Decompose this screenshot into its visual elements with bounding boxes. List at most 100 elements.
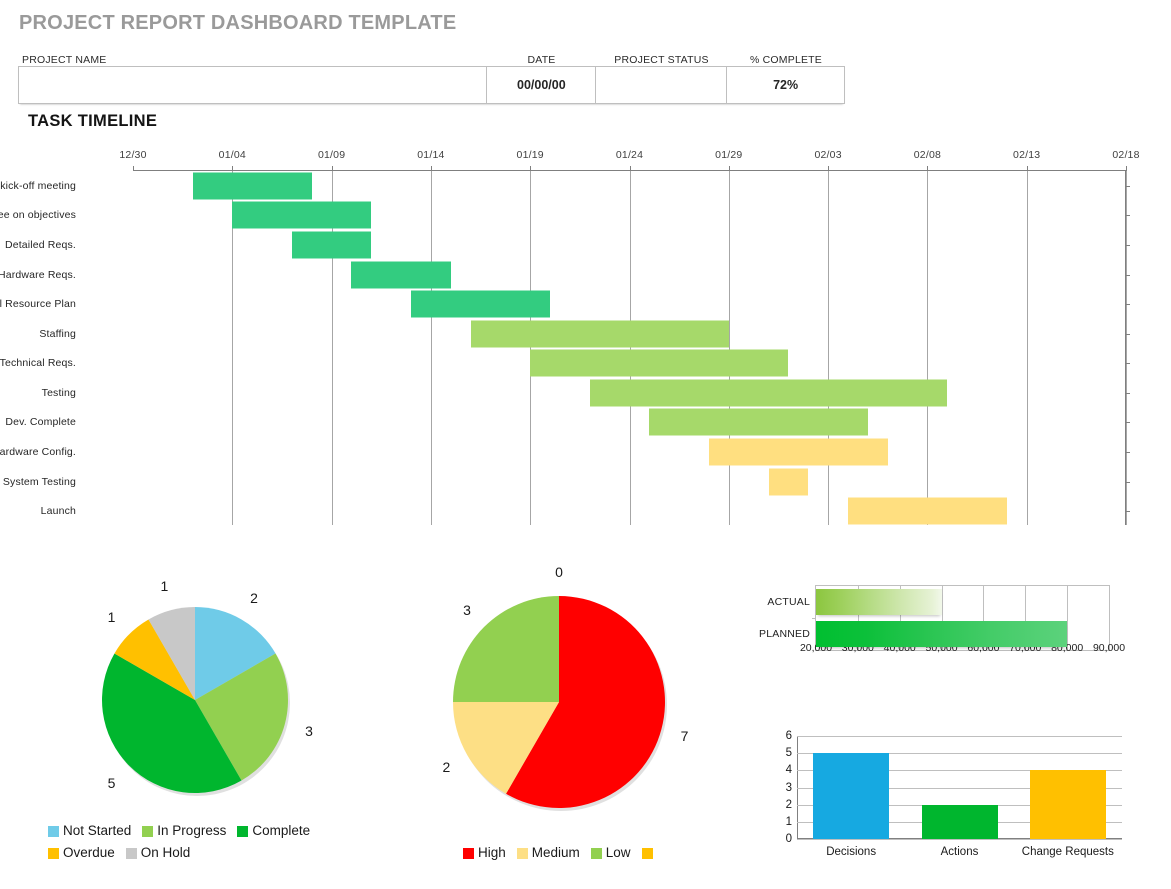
gantt-gridline [828,171,830,525]
gantt-y-tick-mark [1125,244,1130,246]
pie-slice[interactable] [453,596,559,702]
gantt-gridline [927,171,929,525]
gantt-x-tick-label: 12/30 [119,149,147,161]
task-priority-legend: High Medium Low [463,842,763,864]
budget-row-label: ACTUAL [767,596,810,608]
gantt-gridline [629,171,631,525]
gantt-task-bar[interactable] [649,408,868,436]
legend-label: Complete [252,823,311,838]
budget-bar[interactable] [816,621,1068,647]
gantt-gridline [530,171,532,525]
gantt-task-bar[interactable] [768,468,809,496]
pending-y-tick-label: 4 [785,764,792,777]
gantt-x-tick-mark [133,166,134,171]
task-timeline-gantt-chart: 12/30 01/04 01/09 01/14 01/19 01/24 01/29 02/03… [0,145,1171,535]
gantt-x-tick-label: 02/03 [814,149,842,161]
budget-plot-area: 20,000 30,000 40,000 50,000 60,000 70,000 80,0… [759,585,1125,654]
legend-item[interactable]: Medium [516,842,580,864]
legend-label: High [478,845,506,860]
gantt-task-label: Set kick-off meeting [0,179,76,192]
gantt-task-bar[interactable] [192,172,312,200]
pending-y-tick-label: 5 [785,747,792,760]
project-name-field[interactable] [19,67,488,103]
gantt-task-bar[interactable] [232,201,372,229]
legend-label: Low [605,845,631,860]
legend-item[interactable] [641,842,657,864]
gantt-y-tick-mark [1125,185,1130,187]
gantt-task-bar[interactable] [589,379,948,407]
project-status-field[interactable] [596,67,728,103]
budget-x-tick-label: 90,000 [1092,642,1126,654]
legend-swatch-icon [590,847,602,859]
budget-gridline [1067,586,1069,650]
pending-bar[interactable] [921,804,998,839]
pending-x-tick-label: Change Requests [1021,846,1114,858]
gantt-y-tick-mark [1125,452,1130,454]
page-title: PROJECT REPORT DASHBOARD TEMPLATE [19,12,457,34]
gantt-y-tick-mark [1125,333,1130,335]
legend-item[interactable]: Not Started [48,820,131,842]
pending-bar[interactable] [813,753,890,839]
gantt-x-tick-label: 02/18 [1112,149,1140,161]
legend-swatch-icon [463,847,474,859]
gantt-task-label: Agree on objectives [0,209,76,222]
gantt-x-tick-label: 01/14 [417,149,445,161]
legend-swatch-icon [237,825,249,837]
project-info-value-row: 00/00/00 72% [18,66,845,104]
legend-swatch-icon [125,847,137,859]
budget-gridline [1109,586,1110,650]
percent-complete-field[interactable]: 72% [727,67,844,103]
pending-y-tick-label: 2 [785,798,792,811]
budget-y-tick-mark [812,618,816,619]
date-field[interactable]: 00/00/00 [487,67,597,103]
legend-label: In Progress [157,823,227,838]
gantt-task-bar[interactable] [291,231,372,259]
gantt-gridline [1026,171,1028,525]
gantt-y-tick-mark [1125,274,1130,276]
pie-slices [453,596,667,811]
gantt-plot-area: 12/30 01/04 01/09 01/14 01/19 01/24 01/29 02/03… [0,149,1139,525]
pending-x-tick-label: Actions [940,846,979,858]
pending-y-tick-label: 6 [785,730,792,742]
task-timeline-heading: TASK TIMELINE [28,112,158,130]
gantt-x-tick-label: 01/29 [715,149,743,161]
gantt-x-tick-label: 02/08 [913,149,942,161]
gantt-task-bar[interactable] [351,261,451,289]
gantt-task-label: Hardware Config. [0,446,76,459]
pie-data-label: 1 [160,578,169,595]
gantt-x-tick-label: 01/19 [516,149,544,161]
pending-y-tick-label: 1 [785,815,792,828]
gantt-x-tick-label: 01/04 [218,149,246,161]
gantt-x-tick-label: 01/24 [615,149,644,161]
legend-item[interactable]: Low [590,842,631,864]
pending-y-tick-label: 3 [785,781,792,794]
legend-item[interactable]: In Progress [142,820,226,842]
legend-swatch-icon [641,847,653,859]
gantt-y-tick-mark [1125,363,1130,365]
gantt-gridline [1126,171,1127,525]
gantt-task-bar[interactable] [530,349,789,377]
budget-bar[interactable] [816,589,942,615]
legend-item[interactable]: Overdue [48,842,115,864]
pie-data-label: 0 [555,564,563,580]
gantt-y-tick-mark [1125,392,1130,394]
gantt-task-bar[interactable] [708,438,888,466]
legend-label: Not Started [63,823,132,838]
legend-swatch-icon [516,847,528,859]
pending-bar[interactable] [1029,770,1106,839]
column-header-project-name: PROJECT NAME [22,54,107,66]
gantt-task-bar[interactable] [411,290,551,318]
project-info-table: PROJECT NAME DATE PROJECT STATUS % COMPL… [18,47,845,104]
gantt-task-label: Technical Reqs. [0,357,76,370]
pending-gridline [797,839,1122,840]
gantt-task-bar[interactable] [847,497,1007,525]
gantt-task-label: Launch [40,505,76,518]
gantt-task-label: Detailed Reqs. [5,238,76,251]
gantt-task-bar[interactable] [470,320,729,348]
legend-item[interactable]: On Hold [125,842,190,864]
legend-item[interactable]: Complete [237,820,310,842]
legend-swatch-icon [48,847,59,859]
pending-x-tick-label: Decisions [826,846,877,858]
gantt-task-label: Staffing [39,327,76,340]
legend-item[interactable]: High [463,842,506,864]
